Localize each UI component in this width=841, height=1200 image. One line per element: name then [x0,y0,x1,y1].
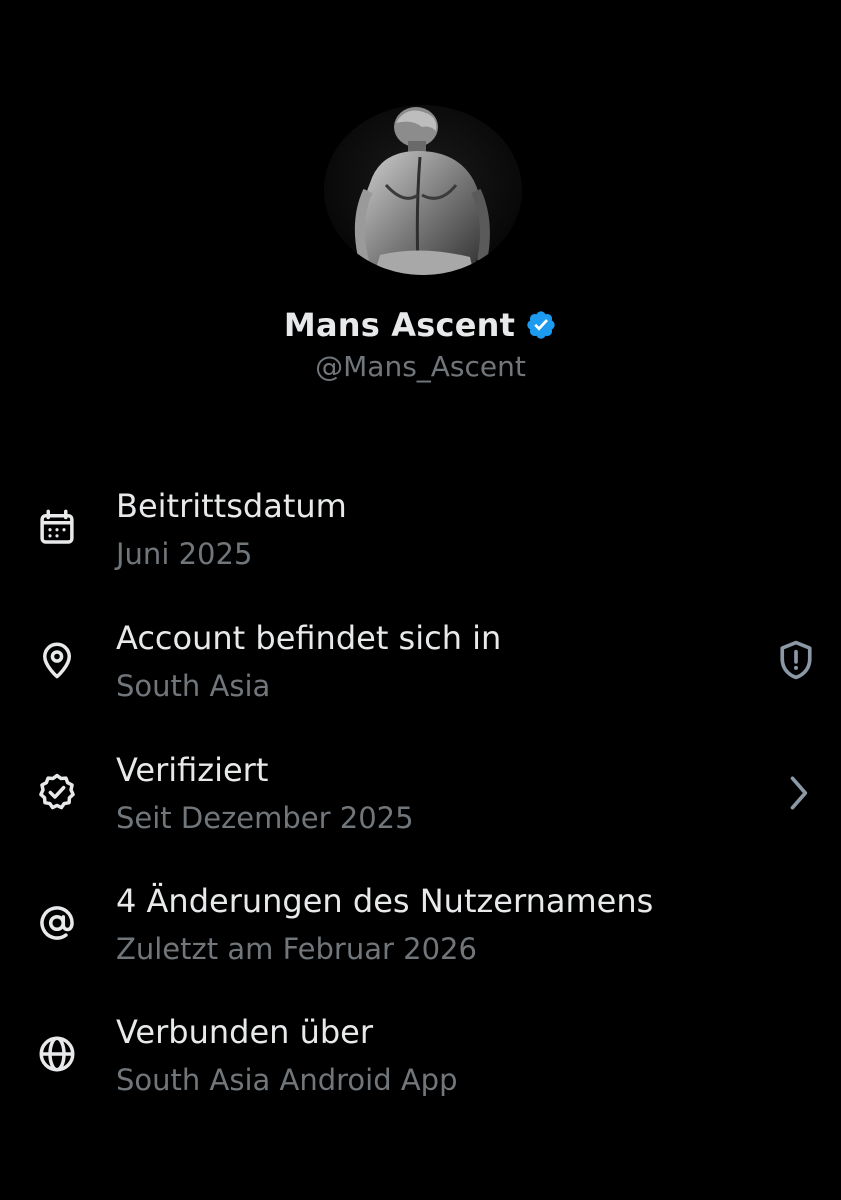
handle: @Mans_Ascent [315,350,526,383]
shield-alert-icon[interactable] [774,638,818,682]
row-subtitle: Juni 2025 [116,537,253,571]
row-verified[interactable]: Verifiziert Seit Dezember 2025 [0,751,841,861]
row-join-date: Beitrittsdatum Juni 2025 [0,487,841,597]
avatar[interactable] [324,105,522,275]
calendar-icon [36,507,78,549]
verified-badge-icon[interactable] [525,309,557,341]
row-subtitle: Seit Dezember 2025 [116,801,414,835]
row-subtitle: South Asia [116,669,271,703]
location-pin-icon [36,639,78,681]
row-title: Beitrittsdatum [116,487,347,525]
row-account-location: Account befindet sich in South Asia [0,619,841,729]
at-sign-icon [36,902,78,944]
row-username-changes: 4 Änderungen des Nutzernamens Zuletzt am… [0,882,841,992]
row-title: Verifiziert [116,751,269,789]
verified-check-icon [36,771,78,813]
row-title: Account befindet sich in [116,619,502,657]
globe-icon [36,1033,78,1075]
row-title: Verbunden über [116,1013,374,1051]
row-connected-via: Verbunden über South Asia Android App [0,1013,841,1123]
display-name: Mans Ascent [283,306,516,344]
row-subtitle: Zuletzt am Februar 2026 [116,932,477,966]
chevron-right-icon[interactable] [776,771,820,815]
name-row: Mans Ascent [0,306,841,344]
row-subtitle: South Asia Android App [116,1063,458,1097]
row-title: 4 Änderungen des Nutzernamens [116,882,654,920]
